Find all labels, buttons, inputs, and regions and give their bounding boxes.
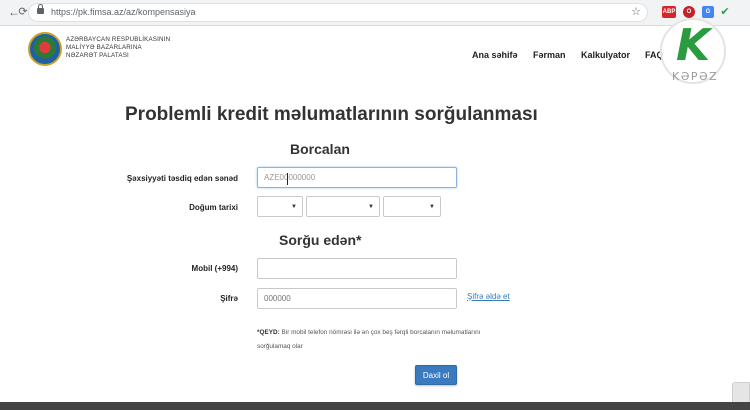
adblock-icon[interactable]: ABP: [662, 6, 676, 18]
id-document-label: Şəxsiyyəti təsdiq edən sənəd: [126, 174, 238, 183]
org-name-line: AZƏRBAYCAN RESPUBLİKASININ: [66, 36, 171, 43]
note-title: *QEYD:: [257, 329, 280, 336]
nav-home[interactable]: Ana səhifə: [472, 50, 518, 60]
chevron-down-icon: ▼: [291, 204, 297, 210]
login-button[interactable]: Daxil ol: [415, 365, 457, 385]
birth-year-select[interactable]: ▼: [383, 196, 441, 217]
requester-section-title: Sorğu edən*: [279, 232, 362, 248]
url-text[interactable]: https://pk.fimsa.az/az/kompensasiya: [51, 7, 196, 17]
watermark-name: KƏPƏZ: [672, 70, 719, 83]
birth-month-select[interactable]: ▼: [306, 196, 380, 217]
taskbar: [0, 402, 750, 410]
address-bar[interactable]: https://pk.fimsa.az/az/kompensasiya ☆: [28, 3, 648, 22]
lock-icon: [37, 4, 44, 14]
note-text: *QEYD: Bir mobil telefon nömrəsi ilə ən …: [257, 326, 487, 354]
org-name-line: NƏZARƏT PALATASI: [66, 52, 129, 59]
check-icon[interactable]: ✔: [719, 6, 731, 18]
coat-of-arms-logo[interactable]: [28, 32, 62, 66]
org-name-line: MALİYYƏ BAZARLARINA: [66, 44, 142, 51]
get-password-link[interactable]: Şifrə əldə et: [467, 292, 510, 301]
watermark-letter: K: [676, 20, 711, 71]
translate-icon[interactable]: G: [702, 6, 714, 18]
note-body: Bir mobil telefon nömrəsi ilə ən çox beş…: [257, 329, 481, 350]
text-cursor: [287, 173, 288, 185]
nav-decree[interactable]: Fərman: [533, 50, 566, 60]
org-name[interactable]: AZƏRBAYCAN RESPUBLİKASININ MALİYYƏ BAZAR…: [66, 36, 170, 60]
page-title: Problemli kredit məlumatlarının sorğulan…: [125, 104, 538, 125]
mobile-label: Mobil (+994): [191, 264, 238, 273]
opera-icon[interactable]: O: [683, 6, 695, 18]
mobile-input[interactable]: [257, 258, 457, 279]
nav-calculator[interactable]: Kalkulyator: [581, 50, 630, 60]
borrower-section-title: Borcalan: [290, 141, 350, 157]
birth-day-select[interactable]: ▼: [257, 196, 303, 217]
password-input[interactable]: [257, 288, 457, 309]
chat-widget[interactable]: [732, 382, 750, 404]
chevron-down-icon: ▼: [429, 204, 435, 210]
browser-toolbar: ← ⟳ https://pk.fimsa.az/az/kompensasiya …: [0, 0, 750, 26]
password-label: Şifrə: [220, 294, 238, 303]
chevron-down-icon: ▼: [368, 204, 374, 210]
bookmark-star-icon[interactable]: ☆: [631, 5, 641, 18]
birth-date-label: Doğum tarixi: [189, 203, 238, 212]
